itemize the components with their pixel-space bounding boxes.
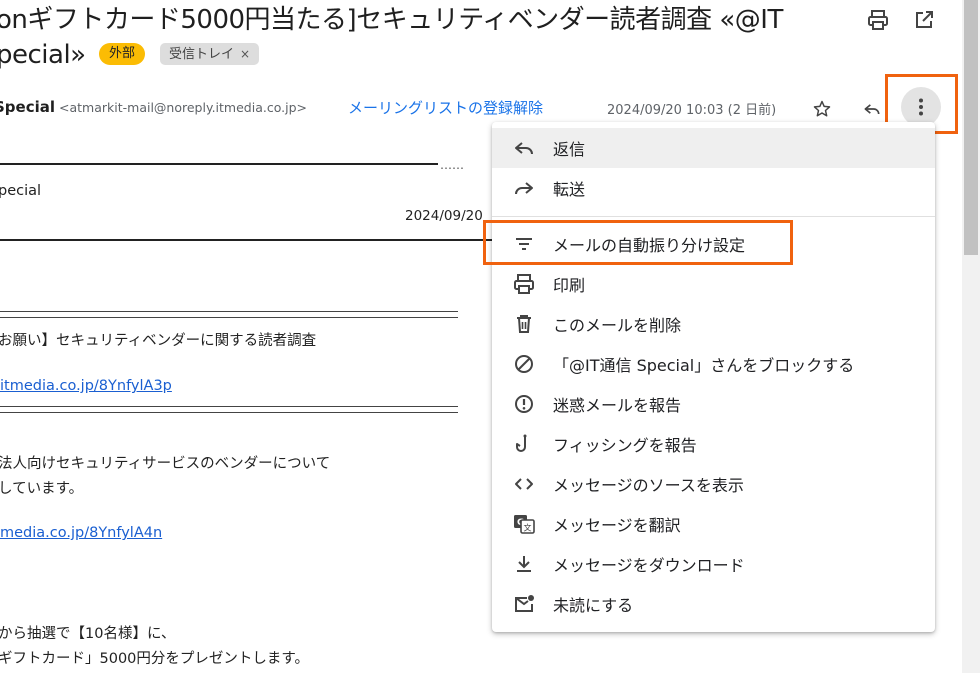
scrollbar-thumb[interactable] <box>964 0 978 255</box>
menu-item-label: メッセージのソースを表示 <box>553 476 744 495</box>
menu-item-mark-unread[interactable]: 未読にする <box>492 584 935 624</box>
menu-item-translate[interactable]: G 文 メッセージを翻訳 <box>492 504 935 544</box>
menu-item-label: 返信 <box>553 140 586 159</box>
spam-icon <box>515 395 533 413</box>
menu-item-forward[interactable]: 転送 <box>492 168 935 208</box>
code-icon <box>515 478 533 490</box>
menu-item-label: メッセージを翻訳 <box>553 516 681 535</box>
menu-item-label: 未読にする <box>553 596 634 615</box>
menu-item-label: フィッシングを報告 <box>553 436 697 455</box>
menu-item-delete[interactable]: このメールを削除 <box>492 304 935 344</box>
email-subject-line1: onギフトカード5000円当たる]セキュリティベンダー読者調査 «@IT <box>0 5 783 35</box>
menu-item-download[interactable]: メッセージをダウンロード <box>492 544 935 584</box>
message-date: 2024/09/20 10:03 (2 日前) <box>607 103 777 118</box>
unsubscribe-link[interactable]: メーリングリストの登録解除 <box>348 97 543 118</box>
body-paragraph-line1: 法人向けセキュリティサービスのベンダーについて <box>0 456 331 472</box>
mark-unread-icon <box>515 595 534 612</box>
menu-item-label: 転送 <box>553 180 586 199</box>
equals-divider <box>0 311 458 318</box>
more-options-menu: 返信 転送 メールの自動振り分け設定 印刷 このメールを削除 「@IT通信 Sp… <box>492 122 935 632</box>
divider-line <box>0 163 438 165</box>
menu-item-report-spam[interactable]: 迷惑メールを報告 <box>492 384 935 424</box>
inbox-label-text: 受信トレイ <box>169 47 235 62</box>
menu-item-label: 「@IT通信 Special」さんをブロックする <box>553 356 855 375</box>
survey-link-1[interactable]: itmedia.co.jp/8YnfylA3p <box>0 378 172 394</box>
equals-divider-2 <box>0 406 458 413</box>
phishing-hook-icon <box>516 434 527 452</box>
sender-email: <atmarkit-mail@noreply.itmedia.co.jp> <box>59 100 307 115</box>
star-icon[interactable] <box>812 99 832 119</box>
dots-text: …… <box>440 158 464 172</box>
inbox-label-chip: 受信トレイ × <box>160 43 260 65</box>
page-scrollbar[interactable] <box>962 0 980 673</box>
reply-icon[interactable] <box>862 99 882 119</box>
divider-line-2 <box>0 239 492 241</box>
download-icon <box>517 556 531 572</box>
menu-item-show-source[interactable]: メッセージのソースを表示 <box>492 464 935 504</box>
remove-label-icon[interactable]: × <box>240 47 250 61</box>
trash-icon <box>517 315 531 333</box>
sender-name: Special <box>0 98 56 116</box>
body-paragraph-line2: しています。 <box>0 481 84 497</box>
translate-icon: G 文 <box>514 515 535 534</box>
reply-icon <box>515 142 533 155</box>
body-date: 2024/09/20 <box>405 208 483 224</box>
print-all-icon[interactable] <box>866 8 890 32</box>
menu-item-reply[interactable]: 返信 <box>492 128 935 168</box>
print-icon <box>514 274 534 294</box>
menu-item-label: このメールを削除 <box>553 316 682 335</box>
request-heading: お願い】セキュリティベンダーに関する読者調査 <box>0 333 317 349</box>
survey-link-2[interactable]: media.co.jp/8YnfylA4n <box>0 525 162 541</box>
menu-item-label: 迷惑メールを報告 <box>553 396 682 415</box>
external-label-chip: 外部 <box>99 43 146 65</box>
menu-item-block-sender[interactable]: 「@IT通信 Special」さんをブロックする <box>492 344 935 384</box>
open-in-new-window-icon[interactable] <box>912 8 936 32</box>
block-icon <box>515 355 533 373</box>
menu-item-report-phishing[interactable]: フィッシングを報告 <box>492 424 935 464</box>
menu-separator <box>492 216 935 217</box>
prize-line1: から抽選で【10名様】に、 <box>0 626 176 642</box>
menu-item-print[interactable]: 印刷 <box>492 264 935 304</box>
special-text: pecial <box>0 183 42 199</box>
menu-item-label: 印刷 <box>553 276 586 295</box>
filter-item-highlight <box>483 220 793 265</box>
menu-item-label: メッセージをダウンロード <box>553 556 745 575</box>
sender-row: Special <atmarkit-mail@noreply.itmedia.co… <box>0 98 307 116</box>
prize-line2: ギフトカード」5000円分をプレゼントします。 <box>0 651 309 667</box>
svg-text:文: 文 <box>524 523 532 533</box>
forward-icon <box>515 182 533 195</box>
email-subject-line2: pecial» <box>0 40 86 70</box>
